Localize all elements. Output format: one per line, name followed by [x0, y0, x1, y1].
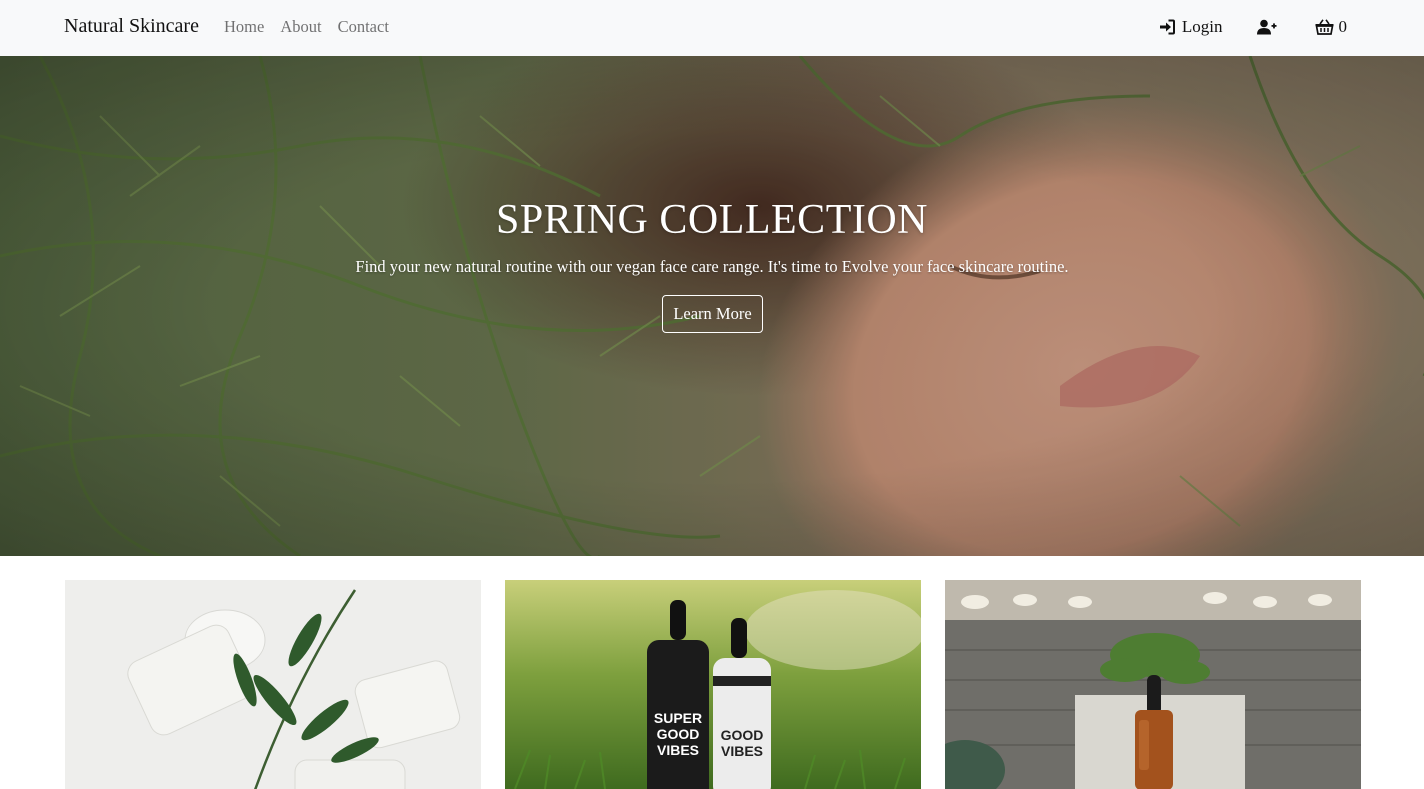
nav-links: Home About Contact	[224, 17, 389, 37]
product-card[interactable]	[65, 580, 481, 789]
serum-bottles-on-grass-image: SUPER GOOD VIBES GOOD VIBES	[505, 580, 921, 789]
nav-actions: Login 0	[1159, 17, 1347, 37]
sign-in-icon	[1159, 19, 1175, 35]
nav-link-about[interactable]: About	[280, 17, 321, 37]
svg-text:VIBES: VIBES	[657, 742, 699, 758]
register-button[interactable]	[1256, 19, 1277, 35]
amber-dropper-bottle-on-table-image	[945, 580, 1361, 789]
hero-subtitle: Find your new natural routine with our v…	[355, 257, 1069, 276]
svg-text:GOOD: GOOD	[657, 726, 700, 742]
user-plus-icon	[1256, 19, 1276, 35]
learn-more-button[interactable]: Learn More	[662, 295, 763, 333]
cream-jars-with-leaves-image	[65, 580, 481, 789]
nav-link-contact[interactable]: Contact	[338, 17, 389, 37]
navbar: Natural Skincare Home About Contact Logi…	[0, 0, 1424, 56]
svg-text:VIBES: VIBES	[721, 743, 763, 759]
svg-text:GOOD: GOOD	[721, 727, 764, 743]
product-card[interactable]: SUPER GOOD VIBES GOOD VIBES	[505, 580, 921, 789]
hero-title: SPRING COLLECTION	[495, 197, 928, 243]
shopping-basket-icon	[1314, 19, 1334, 35]
cart-count: 0	[1338, 17, 1348, 36]
svg-text:SUPER: SUPER	[654, 710, 702, 726]
nav-link-home[interactable]: Home	[224, 17, 264, 37]
cart-button[interactable]: 0	[1314, 17, 1348, 37]
login-label: Login	[1181, 17, 1223, 36]
login-button[interactable]: Login	[1159, 17, 1223, 37]
product-card[interactable]	[945, 580, 1361, 789]
hero-banner: SPRING COLLECTION Find your new natural …	[0, 56, 1424, 556]
brand-logo[interactable]: Natural Skincare	[64, 15, 199, 38]
product-cards: SUPER GOOD VIBES GOOD VIBES	[65, 580, 1361, 789]
